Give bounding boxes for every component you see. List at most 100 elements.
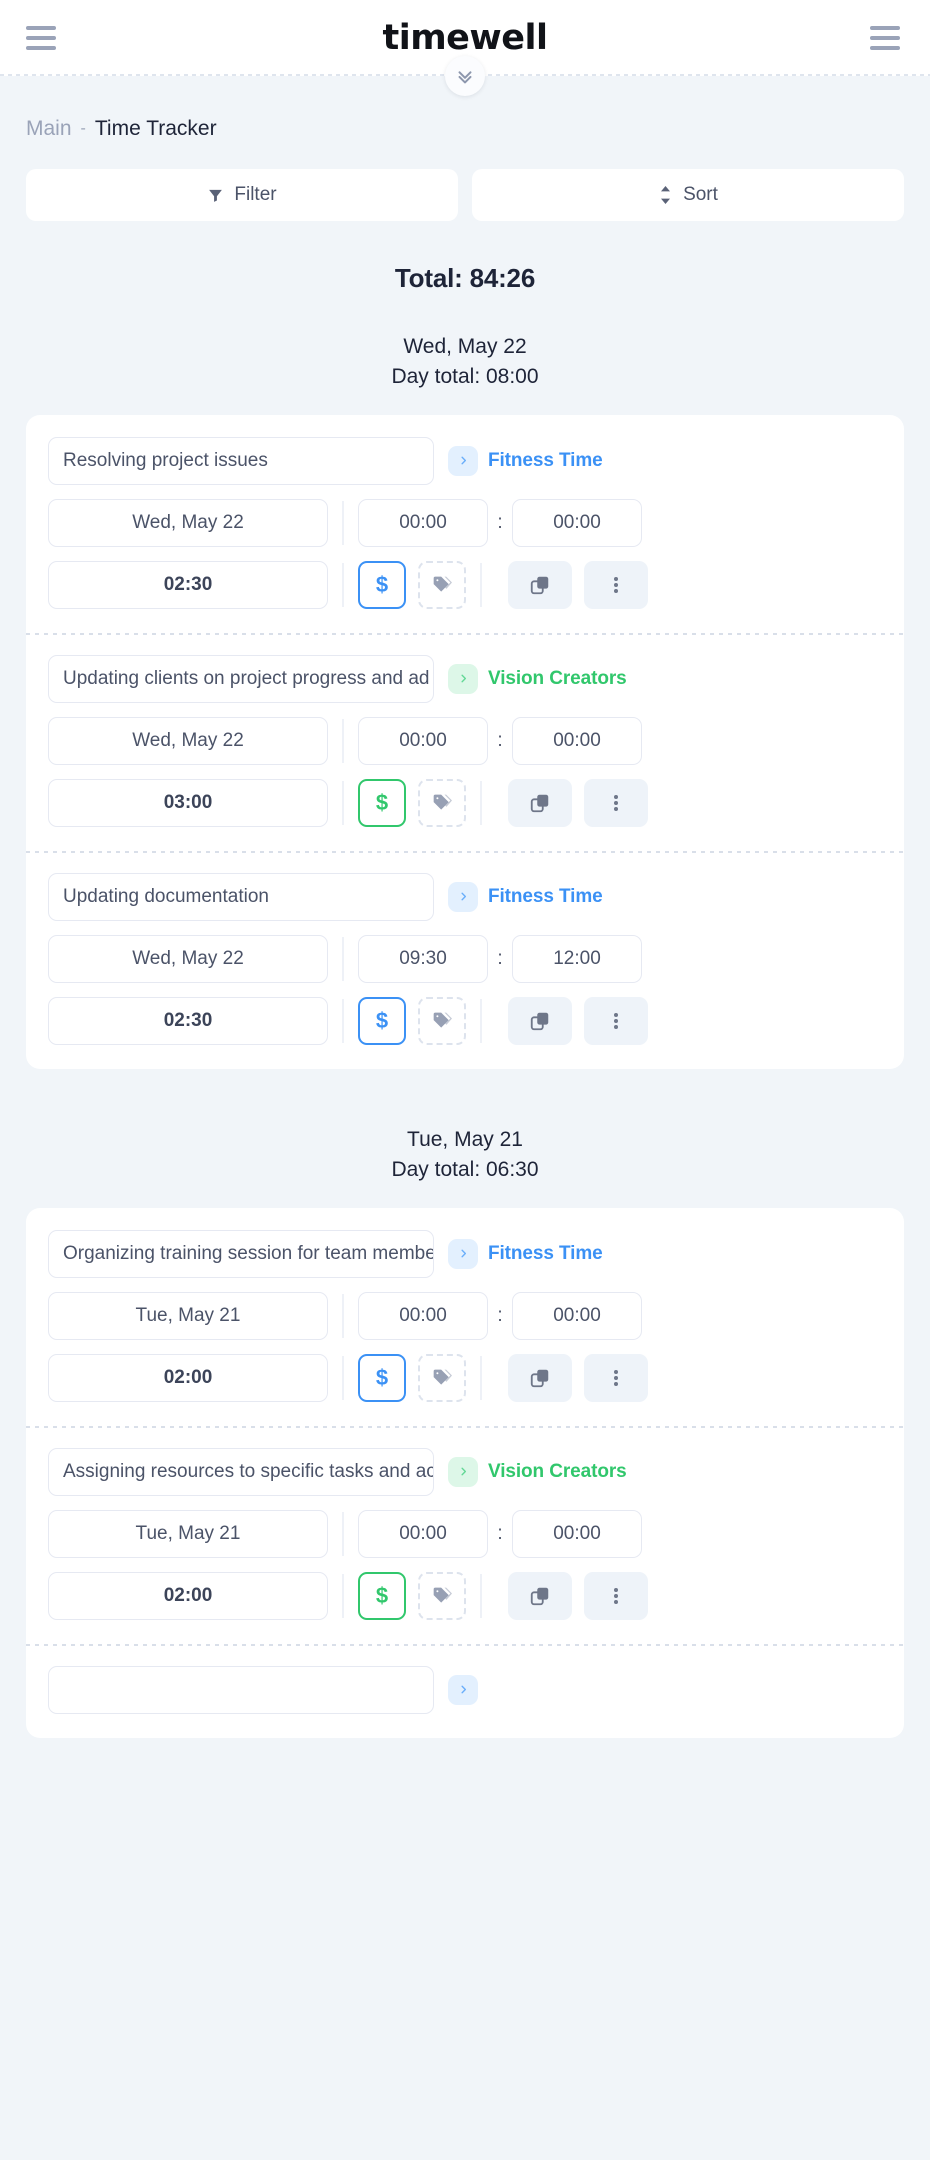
project-name: Vision Creators: [488, 667, 627, 689]
kebab-menu-icon[interactable]: [584, 778, 648, 827]
copy-icon[interactable]: [508, 560, 572, 609]
kebab-dot: [614, 800, 618, 805]
end-time-input[interactable]: 00:00: [512, 1291, 642, 1340]
total-time: Total: 84:26: [394, 263, 536, 293]
description-input[interactable]: [48, 1665, 434, 1714]
chevron-right-icon: [448, 1456, 478, 1487]
start-time-input[interactable]: 00:00: [358, 716, 488, 765]
duration-input[interactable]: 02:00: [48, 1571, 328, 1620]
copy-icon[interactable]: [508, 778, 572, 827]
day-total: Day total: 06:30: [391, 1158, 539, 1182]
hamburger-bar: [869, 36, 900, 40]
description-input[interactable]: Assigning resources to specific tasks an…: [48, 1447, 434, 1496]
project-name: Fitness Time: [488, 449, 603, 471]
project-name: Fitness Time: [488, 1242, 603, 1264]
kebab-dot: [614, 1381, 618, 1386]
page-title: Time Tracker: [94, 117, 217, 140]
entry-date-field[interactable]: Wed, May 22: [48, 716, 328, 765]
copy-icon[interactable]: [508, 1571, 572, 1620]
entry-date-field[interactable]: Wed, May 22: [48, 934, 328, 983]
entry-date-field[interactable]: Wed, May 22: [48, 498, 328, 547]
billable-toggle[interactable]: $: [358, 778, 406, 827]
time-separator: :: [497, 511, 503, 533]
description-input[interactable]: Organizing training session for team mem…: [48, 1229, 434, 1278]
entry-top-row: Resolving project issues Fitness Time: [48, 436, 882, 485]
time-separator: :: [497, 1304, 503, 1326]
tag-icon[interactable]: [418, 1353, 466, 1402]
entry-date-field[interactable]: Tue, May 21: [48, 1509, 328, 1558]
copy-icon[interactable]: [508, 1353, 572, 1402]
project-selector[interactable]: Fitness Time: [448, 881, 603, 912]
chevron-right-icon: [448, 445, 478, 476]
kebab-menu-icon[interactable]: [584, 1353, 648, 1402]
kebab-menu-icon[interactable]: [584, 996, 648, 1045]
billable-toggle[interactable]: $: [358, 996, 406, 1045]
divider: [342, 1355, 344, 1400]
tag-icon[interactable]: [418, 560, 466, 609]
time-separator: :: [497, 729, 503, 751]
sort-label: Sort: [683, 184, 718, 205]
breadcrumb-root[interactable]: Main: [26, 118, 72, 139]
entry-duration-actions-row: 02:00 $: [48, 1571, 882, 1620]
hamburger-bar: [26, 26, 56, 30]
start-time-input[interactable]: 09:30: [358, 934, 488, 983]
tag-icon[interactable]: [418, 996, 466, 1045]
duration-input[interactable]: 03:00: [48, 778, 328, 827]
end-time-input[interactable]: 12:00: [512, 934, 642, 983]
kebab-dot: [614, 1012, 618, 1017]
divider: [480, 998, 482, 1043]
billable-toggle[interactable]: $: [358, 1353, 406, 1402]
kebab-menu-icon[interactable]: [584, 560, 648, 609]
day-entries-card: Resolving project issues Fitness Time We…: [26, 414, 904, 1069]
start-time-input[interactable]: 00:00: [358, 1291, 488, 1340]
kebab-dot: [614, 1593, 618, 1598]
kebab-dot: [614, 794, 618, 799]
entry-date-time-row: Wed, May 22 09:30 : 12:00: [48, 934, 882, 983]
project-selector[interactable]: Fitness Time: [448, 445, 603, 476]
kebab-dot: [614, 806, 618, 811]
hamburger-icon[interactable]: [26, 21, 60, 55]
kebab-dot: [614, 576, 618, 581]
end-time-input[interactable]: 00:00: [512, 498, 642, 547]
chevron-double-down-icon[interactable]: [445, 56, 485, 96]
project-selector[interactable]: Vision Creators: [448, 1456, 627, 1487]
sort-button[interactable]: Sort: [472, 169, 904, 221]
entry-date-field[interactable]: Tue, May 21: [48, 1291, 328, 1340]
chevron-right-icon: [448, 1674, 478, 1705]
tag-icon[interactable]: [418, 778, 466, 827]
tag-icon[interactable]: [418, 1571, 466, 1620]
description-input[interactable]: Resolving project issues: [48, 436, 434, 485]
duration-input[interactable]: 02:00: [48, 1353, 328, 1402]
description-input[interactable]: Updating clients on project progress and…: [48, 654, 434, 703]
hamburger-icon[interactable]: [869, 21, 904, 55]
day-entries-card: Organizing training session for team mem…: [26, 1207, 904, 1738]
start-time-input[interactable]: 00:00: [358, 498, 488, 547]
copy-icon[interactable]: [508, 996, 572, 1045]
entry-date-time-row: Tue, May 21 00:00 : 00:00: [48, 1509, 882, 1558]
end-time-input[interactable]: 00:00: [512, 716, 642, 765]
sort-icon: [661, 186, 671, 204]
entry-date-time-row: Wed, May 22 00:00 : 00:00: [48, 716, 882, 765]
breadcrumb-separator: -: [80, 119, 86, 137]
billable-toggle[interactable]: $: [358, 1571, 406, 1620]
filter-label: Filter: [234, 184, 277, 205]
filter-button[interactable]: Filter: [26, 169, 458, 221]
kebab-dot: [614, 582, 618, 587]
project-selector[interactable]: [448, 1674, 488, 1705]
time-entry-row: [26, 1643, 904, 1738]
end-time-input[interactable]: 00:00: [512, 1509, 642, 1558]
toolbar: Filter Sort: [26, 169, 904, 221]
chevron-right-icon: [448, 881, 478, 912]
description-input[interactable]: Updating documentation: [48, 872, 434, 921]
day-header: Wed, May 22 Day total: 08:00: [26, 332, 904, 393]
entry-date-time-row: Tue, May 21 00:00 : 00:00: [48, 1291, 882, 1340]
duration-input[interactable]: 02:30: [48, 560, 328, 609]
start-time-input[interactable]: 00:00: [358, 1509, 488, 1558]
kebab-dot: [614, 588, 618, 593]
kebab-menu-icon[interactable]: [584, 1571, 648, 1620]
project-selector[interactable]: Vision Creators: [448, 663, 627, 694]
billable-toggle[interactable]: $: [358, 560, 406, 609]
duration-input[interactable]: 02:30: [48, 996, 328, 1045]
divider: [480, 1573, 482, 1618]
project-selector[interactable]: Fitness Time: [448, 1238, 603, 1269]
